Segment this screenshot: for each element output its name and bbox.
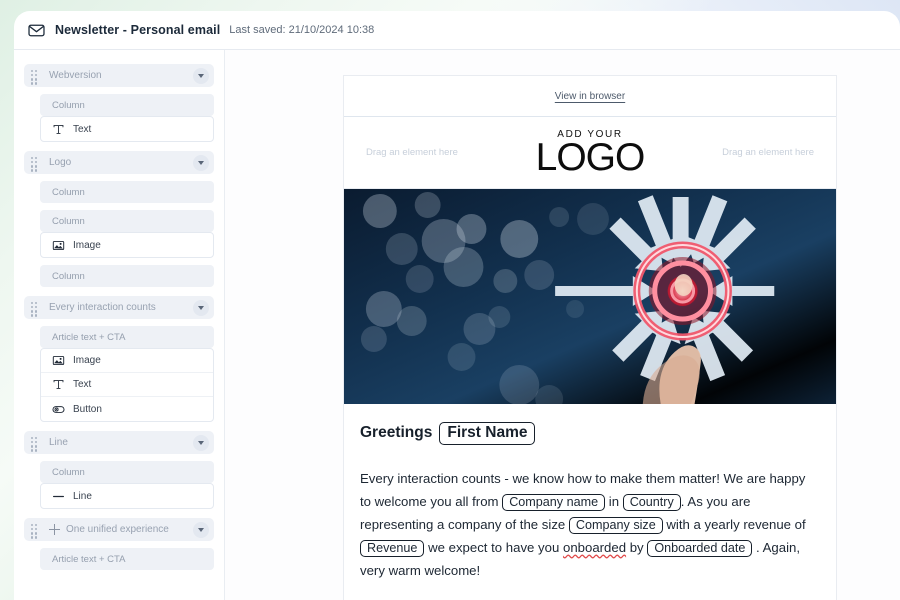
sidebar-element-row[interactable]: Button <box>41 397 213 421</box>
document-title: Newsletter - Personal email <box>55 23 221 37</box>
sidebar-element-row[interactable]: Line <box>41 484 213 508</box>
plus-icon[interactable] <box>49 524 60 535</box>
logo-placeholder-image[interactable]: ADD YOUR LOGO <box>505 129 675 177</box>
sidebar-column-row[interactable]: Column <box>40 210 214 232</box>
sidebar-column-row[interactable]: Article text + CTA <box>40 548 214 570</box>
drag-placeholder-left[interactable]: Drag an element here <box>344 147 505 158</box>
chevron-down-icon[interactable] <box>193 434 209 451</box>
sidebar-block[interactable]: Line Column Line <box>24 431 214 509</box>
sidebar-block-list: Webversion Column Text Logo Column Column Imag… <box>14 50 224 570</box>
sidebar-column-row[interactable]: Article text + CTA <box>40 326 214 348</box>
sidebar-column-row[interactable]: Column <box>40 265 214 287</box>
drag-handle-icon[interactable] <box>31 437 40 452</box>
view-in-browser-link[interactable]: View in browser <box>555 91 625 102</box>
email-article-body[interactable]: Greetings First Name Every interaction c… <box>344 404 836 582</box>
merge-tag-onboarded-date[interactable]: Onboarded date <box>647 539 753 558</box>
sidebar-element-label: Image <box>73 239 101 251</box>
work-area: Webversion Column Text Logo Column Column Imag… <box>14 50 900 600</box>
merge-tag-company-name[interactable]: Company name <box>502 493 606 512</box>
sidebar-element-row[interactable]: Text <box>41 373 213 397</box>
email-canvas[interactable]: View in browser Drag an element here ADD… <box>225 50 900 600</box>
sidebar-column-row[interactable]: Column <box>40 461 214 483</box>
sidebar-column-row[interactable]: Column <box>40 94 214 116</box>
paragraph-segment-2: in <box>605 493 623 509</box>
drag-handle-icon[interactable] <box>31 524 40 539</box>
paragraph-segment-5: we expect to have you <box>424 539 563 555</box>
misspelled-word: onboarded <box>562 539 627 555</box>
sidebar-element-group: Image Text Button <box>40 348 214 422</box>
sidebar-block-children: Column Line <box>40 461 214 509</box>
sidebar-element-label: Button <box>73 403 102 415</box>
chevron-down-icon[interactable] <box>193 67 209 84</box>
sidebar-block-header[interactable]: One unified experience <box>24 518 214 541</box>
greeting-line: Greetings First Name <box>360 422 820 445</box>
text-icon <box>52 123 65 136</box>
paragraph-segment-4: with a yearly revenue of <box>662 516 806 532</box>
sidebar-block-children: Article text + CTA <box>40 548 214 570</box>
top-bar: Newsletter - Personal email Last saved: … <box>14 11 900 50</box>
sidebar-element-group: Image <box>40 232 214 258</box>
last-saved-label: Last saved: 21/10/2024 10:38 <box>229 24 375 36</box>
drag-placeholder-right[interactable]: Drag an element here <box>675 147 836 158</box>
sidebar-block[interactable]: Webversion Column Text <box>24 64 214 142</box>
hero-image-graphic <box>344 189 836 404</box>
hero-image[interactable] <box>344 189 836 404</box>
sidebar-element-label: Image <box>73 355 101 366</box>
sidebar-block-title: Every interaction counts <box>49 302 156 313</box>
drag-handle-icon[interactable] <box>31 157 40 172</box>
sidebar-element-label: Text <box>73 379 92 390</box>
drag-handle-icon[interactable] <box>31 302 40 317</box>
sidebar-block-children: Article text + CTA Image Text Button <box>40 326 214 422</box>
sidebar-element-row[interactable]: Text <box>41 117 213 141</box>
sidebar-block-header[interactable]: Every interaction counts <box>24 296 214 319</box>
sidebar-element-group: Line <box>40 483 214 509</box>
email-webversion-row[interactable]: View in browser <box>344 76 836 117</box>
image-icon <box>52 354 65 367</box>
sidebar-block-header[interactable]: Logo <box>24 151 214 174</box>
chevron-down-icon[interactable] <box>193 299 209 316</box>
sidebar-column-row[interactable]: Column <box>40 181 214 203</box>
merge-tag-first-name[interactable]: First Name <box>439 422 536 445</box>
sidebar-element-label: Text <box>73 123 92 135</box>
structure-sidebar[interactable]: Webversion Column Text Logo Column Column Imag… <box>14 50 225 600</box>
sidebar-block-children: Column Column Image Column <box>40 181 214 287</box>
envelope-icon <box>28 22 45 39</box>
text-icon <box>52 378 65 391</box>
article-paragraph[interactable]: Every interaction counts - we know how t… <box>360 467 820 582</box>
sidebar-block-title: One unified experience <box>66 524 169 535</box>
button-icon <box>52 403 65 416</box>
image-icon <box>52 239 65 252</box>
line-icon <box>52 490 65 503</box>
sidebar-block[interactable]: One unified experience Article text + CTA <box>24 518 214 570</box>
sidebar-block[interactable]: Every interaction counts Article text + C… <box>24 296 214 422</box>
merge-tag-revenue[interactable]: Revenue <box>360 539 425 558</box>
drag-handle-icon[interactable] <box>31 70 40 85</box>
app-window: Newsletter - Personal email Last saved: … <box>14 11 900 600</box>
merge-tag-country[interactable]: Country <box>622 493 681 512</box>
sidebar-element-row[interactable]: Image <box>41 233 213 257</box>
logo-main-text: LOGO <box>535 135 646 179</box>
sidebar-block-title: Webversion <box>49 70 102 81</box>
sidebar-element-row[interactable]: Image <box>41 349 213 373</box>
chevron-down-icon[interactable] <box>193 521 209 538</box>
sidebar-block-children: Column Text <box>40 94 214 142</box>
paragraph-segment-6: by <box>626 539 648 555</box>
sidebar-block-header[interactable]: Webversion <box>24 64 214 87</box>
sidebar-element-group: Text <box>40 116 214 142</box>
sidebar-element-label: Line <box>73 490 92 502</box>
greeting-label: Greetings <box>360 424 433 442</box>
email-logo-row[interactable]: Drag an element here ADD YOUR LOGO Drag … <box>344 117 836 189</box>
sidebar-block-header[interactable]: Line <box>24 431 214 454</box>
sidebar-block[interactable]: Logo Column Column Image Column <box>24 151 214 287</box>
sidebar-block-title: Logo <box>49 157 72 168</box>
email-preview[interactable]: View in browser Drag an element here ADD… <box>343 75 837 600</box>
sidebar-block-title: Line <box>49 437 68 448</box>
chevron-down-icon[interactable] <box>193 154 209 171</box>
merge-tag-company-size[interactable]: Company size <box>568 516 663 535</box>
